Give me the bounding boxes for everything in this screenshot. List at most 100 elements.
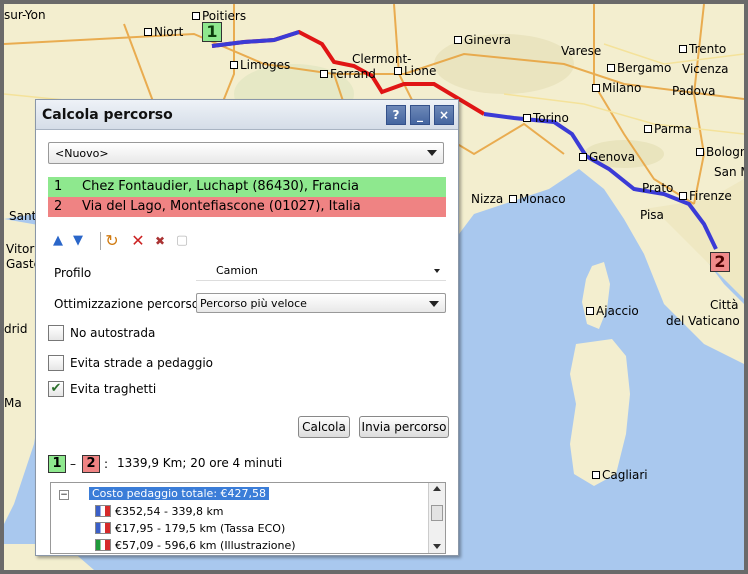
optimization-select[interactable]: Percorso più veloce bbox=[196, 293, 446, 313]
stop-address: Chez Fontaudier, Luchapt (86430), Franci… bbox=[82, 179, 359, 194]
city-name: Lione bbox=[404, 64, 437, 78]
toll-row-label: €17,95 - 179,5 km (Tassa ECO) bbox=[115, 522, 286, 535]
chevron-down-icon bbox=[434, 269, 440, 273]
city-dot-icon bbox=[679, 192, 687, 200]
city-label: Ferrand bbox=[320, 67, 376, 81]
summary-colon: : bbox=[104, 457, 109, 471]
city-name: Trento bbox=[689, 42, 727, 56]
reverse-route-icon[interactable]: ↻ bbox=[102, 230, 122, 252]
scroll-down-icon[interactable] bbox=[433, 544, 441, 549]
dialog-title: Calcola percorso bbox=[42, 107, 173, 123]
city-dot-icon bbox=[144, 28, 152, 36]
avoid-ferry-checkbox[interactable]: ✔ bbox=[48, 381, 64, 397]
toll-row-label: €352,54 - 339,8 km bbox=[115, 505, 224, 518]
city-dot-icon bbox=[509, 195, 517, 203]
chevron-down-icon bbox=[429, 301, 439, 307]
toll-total-row[interactable]: − Costo pedaggio totale: €427,58 bbox=[59, 485, 270, 502]
city-name: sur-Yon bbox=[4, 8, 46, 22]
city-dot-icon bbox=[523, 114, 531, 122]
city-dot-icon bbox=[644, 125, 652, 133]
city-label: Ma bbox=[4, 396, 22, 410]
city-dot-icon bbox=[192, 12, 200, 20]
city-name: Ginevra bbox=[464, 33, 512, 47]
minimize-button[interactable]: _ bbox=[410, 105, 430, 125]
city-name: Bergamo bbox=[617, 61, 672, 75]
city-dot-icon bbox=[230, 61, 238, 69]
city-name: Ma bbox=[4, 396, 22, 410]
toll-row[interactable]: €17,95 - 179,5 km (Tassa ECO) bbox=[95, 520, 285, 537]
city-name: Genova bbox=[589, 150, 636, 164]
close-button[interactable]: × bbox=[434, 105, 454, 125]
summary-end-badge: 2 bbox=[82, 455, 100, 473]
city-label: Monaco bbox=[509, 192, 566, 206]
scroll-up-icon[interactable] bbox=[433, 486, 441, 491]
delete-icon[interactable]: ✕ bbox=[128, 230, 148, 252]
profile-value: Camion bbox=[216, 264, 258, 277]
city-name: Limoges bbox=[240, 58, 291, 72]
profile-select[interactable]: Camion bbox=[196, 261, 446, 281]
route-start-marker[interactable]: 1 bbox=[202, 22, 222, 42]
route-stop-2[interactable]: 2 Via del Lago, Montefiascone (01027), I… bbox=[48, 197, 446, 217]
dialog-titlebar[interactable]: Calcola percorso ? _ × bbox=[36, 100, 458, 130]
collapse-icon[interactable]: − bbox=[59, 490, 69, 500]
calculate-button[interactable]: Calcola bbox=[298, 416, 350, 438]
city-name: drid bbox=[4, 322, 28, 336]
summary-dash: – bbox=[70, 457, 76, 471]
city-label: sur-Yon bbox=[4, 8, 46, 22]
city-dot-icon bbox=[579, 153, 587, 161]
copy-icon[interactable]: ▢ bbox=[172, 230, 192, 252]
move-up-icon[interactable]: ▲ bbox=[48, 230, 68, 252]
city-name: Bologn bbox=[706, 145, 748, 159]
app-window: sur-Yon Poitiers Niort Ginevra Varese Trento B… bbox=[0, 0, 748, 574]
city-name: Varese bbox=[561, 44, 602, 58]
toll-row[interactable]: €57,09 - 596,6 km (Illustrazione) bbox=[95, 537, 296, 553]
city-name: Nizza bbox=[471, 192, 504, 206]
route-stop-1[interactable]: 1 Chez Fontaudier, Luchapt (86430), Fran… bbox=[48, 177, 446, 197]
city-label: Niort bbox=[144, 25, 183, 39]
france-flag-icon bbox=[95, 522, 111, 534]
city-label: Parma bbox=[644, 122, 692, 136]
send-route-button[interactable]: Invia percorso bbox=[359, 416, 449, 438]
city-label: Genova bbox=[579, 150, 635, 164]
city-name: Torino bbox=[533, 111, 569, 125]
no-highway-checkbox[interactable] bbox=[48, 325, 64, 341]
optimization-value: Percorso più veloce bbox=[200, 297, 307, 310]
avoid-toll-checkbox[interactable] bbox=[48, 355, 64, 371]
city-dot-icon bbox=[586, 307, 594, 315]
city-dot-icon bbox=[320, 70, 328, 78]
toll-row[interactable]: €352,54 - 339,8 km bbox=[95, 503, 224, 520]
tree-scrollbar[interactable] bbox=[428, 483, 445, 553]
city-label: San M bbox=[714, 165, 748, 179]
summary-start-badge: 1 bbox=[48, 455, 66, 473]
toll-tree[interactable]: − Costo pedaggio totale: €427,58 €352,54 … bbox=[50, 482, 446, 554]
city-label: Città bbox=[710, 298, 738, 312]
city-label: Varese bbox=[561, 44, 601, 58]
city-label: Torino bbox=[523, 111, 569, 125]
city-name: Ferrand bbox=[330, 67, 376, 81]
city-name: Città bbox=[710, 298, 739, 312]
scroll-thumb[interactable] bbox=[431, 505, 443, 521]
city-name: Ajaccio bbox=[596, 304, 639, 318]
city-dot-icon bbox=[592, 471, 600, 479]
city-name: Vicenza bbox=[682, 62, 729, 76]
route-end-marker[interactable]: 2 bbox=[710, 252, 730, 272]
city-label: Vitori bbox=[6, 242, 38, 256]
city-dot-icon bbox=[696, 148, 704, 156]
city-label: Pisa bbox=[640, 208, 664, 222]
city-name: San M bbox=[714, 165, 748, 179]
city-label: drid bbox=[4, 322, 28, 336]
city-label: Firenze bbox=[679, 189, 732, 203]
help-button[interactable]: ? bbox=[386, 105, 406, 125]
city-name: Parma bbox=[654, 122, 692, 136]
delete-all-icon[interactable]: ✖ bbox=[150, 230, 170, 252]
toolbar-separator bbox=[100, 232, 101, 250]
route-select[interactable]: <Nuovo> bbox=[48, 142, 444, 164]
move-down-icon[interactable]: ▼ bbox=[68, 230, 88, 252]
optimization-label: Ottimizzazione percorso bbox=[54, 297, 200, 311]
france-flag-icon bbox=[95, 505, 111, 517]
city-name: Niort bbox=[154, 25, 184, 39]
city-label: Bergamo bbox=[607, 61, 671, 75]
stop-address: Via del Lago, Montefiascone (01027), Ita… bbox=[82, 199, 361, 214]
city-label: Ginevra bbox=[454, 33, 511, 47]
city-dot-icon bbox=[679, 45, 687, 53]
